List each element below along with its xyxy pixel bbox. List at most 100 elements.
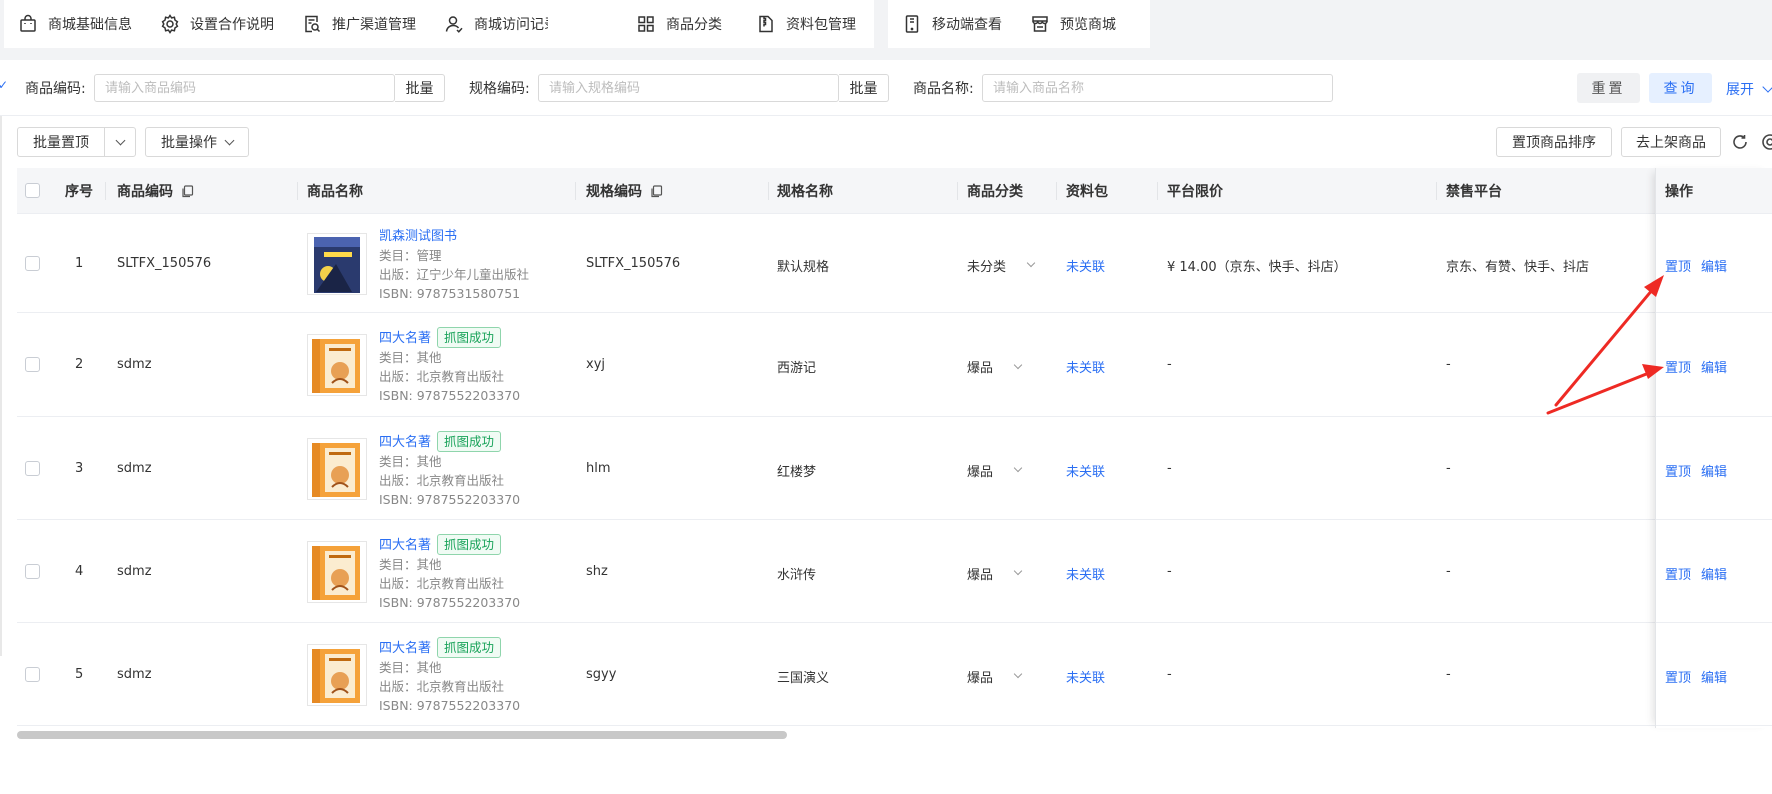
batch-top-dropdown-button[interactable]: [104, 127, 136, 157]
row-checkbox[interactable]: [25, 666, 40, 682]
chevron-down-icon: [1762, 80, 1772, 93]
row-checkbox[interactable]: [25, 563, 40, 579]
category-select[interactable]: 爆品: [967, 357, 1023, 376]
row-banned-platforms: -: [1446, 357, 1451, 372]
product-thumbnail[interactable]: [307, 437, 367, 500]
batch-top-button[interactable]: 批量置顶: [17, 127, 105, 157]
header-divider: [1056, 182, 1057, 200]
product-publisher-line: 出版：北京教育出版社: [379, 575, 505, 591]
sort-top-products-button[interactable]: 置顶商品排序: [1496, 127, 1612, 157]
category-select[interactable]: 爆品: [967, 461, 1023, 480]
status-badge: 抓图成功: [437, 430, 502, 452]
product-publisher-line: 出版：北京教育出版社: [379, 369, 505, 384]
category-select[interactable]: 爆品: [967, 667, 1023, 686]
toolbar-item-cooperation[interactable]: 设置合作说明: [146, 0, 288, 48]
toolbar-item-label: 设置合作说明: [190, 17, 274, 33]
product-name-link[interactable]: 四大名著: [379, 538, 431, 553]
row-index: 4: [75, 563, 84, 579]
package-link[interactable]: 未关联: [1066, 256, 1105, 275]
chevron-down-icon: [1013, 463, 1023, 473]
product-publisher-line: 出版：北京教育出版社: [379, 472, 505, 488]
search-form: ✓ 商品编码: 批量 规格编码: 批量 商品名称: 重置 查询 展开: [0, 60, 1772, 116]
product-name-link[interactable]: 凯森测试图书: [379, 229, 457, 244]
chevron-down-icon: [1013, 669, 1023, 679]
spec-code-batch-button[interactable]: 批量: [839, 74, 889, 102]
product-thumbnail[interactable]: [307, 540, 367, 603]
reset-button[interactable]: 重置: [1577, 73, 1640, 103]
category-select[interactable]: 未分类: [967, 256, 1036, 275]
product-code-input[interactable]: [94, 74, 395, 102]
chevron-down-icon: [224, 135, 235, 145]
query-button[interactable]: 查询: [1649, 73, 1712, 103]
product-name-link[interactable]: 四大名著: [379, 641, 431, 656]
package-link[interactable]: 未关联: [1066, 667, 1105, 686]
product-code-batch-button[interactable]: 批量: [395, 74, 445, 102]
copy-icon[interactable]: [650, 184, 663, 198]
product-thumbnail[interactable]: [307, 334, 367, 396]
toolbar-item-preview-mall[interactable]: 预览商城: [1016, 0, 1130, 48]
product-table: 序号 商品编码 商品名称 规格编码 规格名称 商品分类 资料包 平台限价 禁售平…: [17, 168, 1772, 728]
header-code: 商品编码: [117, 168, 194, 214]
expand-button[interactable]: 展开: [1726, 79, 1772, 99]
collapse-chevron-icon[interactable]: ✓: [0, 78, 8, 92]
category-value: 爆品: [967, 361, 994, 376]
toolbar-item-label: 移动端查看: [932, 17, 1002, 33]
row-checkbox[interactable]: [25, 357, 40, 372]
header-banned-platforms: 禁售平台: [1446, 184, 1502, 200]
row-price-limit: -: [1167, 666, 1172, 682]
product-thumbnail[interactable]: [307, 232, 367, 295]
spec-code-input[interactable]: [538, 74, 839, 102]
product-info: 凯森测试图书 类目：管理 出版：辽宁少年儿童出版社 ISBN: 97875315807…: [379, 226, 529, 303]
header-index: 序号: [65, 184, 93, 200]
product-code-label: 商品编码:: [25, 81, 86, 97]
toolbar-item-mobile-view[interactable]: 移动端查看: [888, 0, 1016, 48]
toolbar-group-2b: 资料包管理: [746, 0, 874, 48]
expand-label: 展开: [1726, 82, 1754, 98]
package-link[interactable]: 未关联: [1066, 357, 1105, 376]
row-product-code: sdmz: [117, 563, 152, 579]
copy-icon[interactable]: [181, 184, 194, 198]
category-select[interactable]: 爆品: [967, 564, 1023, 583]
category-value: 爆品: [967, 670, 994, 686]
grid-icon: [638, 16, 654, 32]
product-name-link[interactable]: 四大名著: [379, 435, 431, 450]
header-price-limit: 平台限价: [1167, 184, 1223, 200]
row-index: 1: [75, 255, 84, 271]
chevron-down-icon: [1026, 258, 1036, 268]
row-banned-platforms: -: [1446, 666, 1451, 682]
toolbar-item-label: 商城访问记录: [474, 17, 558, 33]
go-shelf-button[interactable]: 去上架商品: [1621, 127, 1721, 157]
row-checkbox[interactable]: [25, 255, 40, 271]
product-name-link[interactable]: 四大名著: [379, 331, 431, 346]
status-badge: 抓图成功: [437, 533, 502, 555]
table-row: 3 sdmz 四大名著 抓图成功 类目：其他 出版：北京教育出版社 ISBN: 978755…: [17, 417, 1772, 520]
settings-icon[interactable]: [1761, 133, 1772, 151]
row-spec-name: 水浒传: [777, 567, 817, 583]
row-product-code: sdmz: [117, 666, 152, 682]
refresh-icon[interactable]: [1731, 133, 1749, 151]
fixed-operations-column: [1655, 168, 1772, 728]
category-value: 爆品: [967, 567, 994, 583]
toolbar-item-label: 商品分类: [666, 17, 722, 33]
toolbar-item-package[interactable]: 资料包管理: [746, 0, 870, 48]
product-publisher-line: 出版：辽宁少年儿童出版社: [379, 266, 530, 282]
select-all-checkbox[interactable]: [25, 183, 40, 198]
row-checkbox[interactable]: [25, 460, 40, 476]
horizontal-scrollbar[interactable]: [17, 731, 787, 739]
toolbar-item-label: 商城基础信息: [48, 17, 132, 33]
category-value: 未分类: [967, 259, 1007, 275]
product-name-line: 四大名著 抓图成功: [379, 533, 520, 555]
header-divider: [1157, 182, 1158, 200]
package-link[interactable]: 未关联: [1066, 461, 1105, 480]
batch-ops-button[interactable]: 批量操作: [145, 127, 249, 157]
product-thumbnail[interactable]: [307, 643, 367, 706]
toolbar-item-channels[interactable]: 推广渠道管理: [288, 0, 430, 48]
product-info: 四大名著 抓图成功 类目：其他 出版：北京教育出版社 ISBN: 97875522033…: [379, 533, 520, 612]
product-isbn-line: ISBN: 9787552203370: [379, 697, 521, 713]
package-link[interactable]: 未关联: [1066, 564, 1105, 583]
product-name-input[interactable]: [982, 74, 1333, 102]
toolbar-item-category[interactable]: 商品分类: [548, 0, 736, 48]
toolbar-item-mall-info[interactable]: 商城基础信息: [4, 0, 146, 48]
product-category-line: 类目：其他: [379, 659, 442, 675]
header-spec-code-label: 规格编码: [586, 184, 642, 200]
